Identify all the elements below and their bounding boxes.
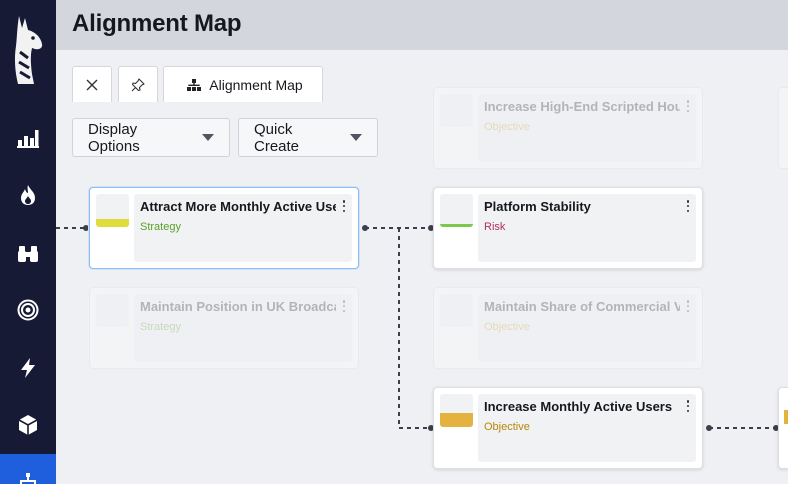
card-menu-icon[interactable] xyxy=(342,200,346,212)
card-type: Objective xyxy=(484,421,530,433)
card-swatch xyxy=(440,194,473,227)
quick-create-label: Quick Create xyxy=(254,120,300,155)
tab-alignment-map[interactable]: Alignment Map xyxy=(163,66,323,102)
close-tab-button[interactable] xyxy=(72,66,112,102)
close-icon xyxy=(86,79,98,90)
card-title: Increase High-End Scripted Hou xyxy=(484,99,680,114)
display-options-label: Display Options xyxy=(88,120,140,155)
card-swatch xyxy=(440,94,473,127)
card-type: Strategy xyxy=(140,321,181,333)
card-type: Objective xyxy=(484,321,530,333)
card-menu-icon[interactable] xyxy=(342,300,346,312)
card-title: Maintain Share of Commercial V xyxy=(484,299,680,314)
sitemap-icon xyxy=(187,78,202,91)
card-menu-icon[interactable] xyxy=(686,100,690,112)
map-card-offscreen[interactable] xyxy=(778,87,788,169)
card-menu-icon[interactable] xyxy=(686,300,690,312)
map-card[interactable]: Increase High-End Scripted Hou Objective xyxy=(433,87,703,169)
pin-tab-button[interactable] xyxy=(118,66,158,102)
map-card-offscreen[interactable] xyxy=(778,387,788,469)
card-type: Strategy xyxy=(140,221,181,233)
card-type: Risk xyxy=(484,221,506,233)
card-title: Maintain Position in UK Broadca xyxy=(140,299,336,314)
display-options-dropdown[interactable]: Display Options xyxy=(72,118,230,157)
caret-down-icon xyxy=(202,134,214,141)
card-menu-icon[interactable] xyxy=(686,200,690,212)
card-swatch xyxy=(440,294,473,327)
card-swatch xyxy=(784,410,788,424)
card-swatch xyxy=(96,194,129,227)
caret-down-icon xyxy=(350,134,362,141)
map-card[interactable]: Platform Stability Risk xyxy=(433,187,703,269)
pin-icon xyxy=(131,77,145,91)
map-card[interactable]: Maintain Share of Commercial V Objective xyxy=(433,287,703,369)
card-menu-icon[interactable] xyxy=(686,400,690,412)
card-title: Platform Stability xyxy=(484,199,591,214)
quick-create-dropdown[interactable]: Quick Create xyxy=(238,118,378,157)
card-title: Attract More Monthly Active Use xyxy=(140,199,336,214)
map-card[interactable]: Maintain Position in UK Broadca Strategy xyxy=(89,287,359,369)
tab-label: Alignment Map xyxy=(209,76,303,93)
card-type: Objective xyxy=(484,121,530,133)
map-card-selected[interactable]: Attract More Monthly Active Use Strategy xyxy=(89,187,359,269)
card-swatch xyxy=(440,394,473,427)
card-swatch xyxy=(96,294,129,327)
card-title: Increase Monthly Active Users xyxy=(484,399,673,414)
map-card[interactable]: Increase Monthly Active Users Objective xyxy=(433,387,703,469)
